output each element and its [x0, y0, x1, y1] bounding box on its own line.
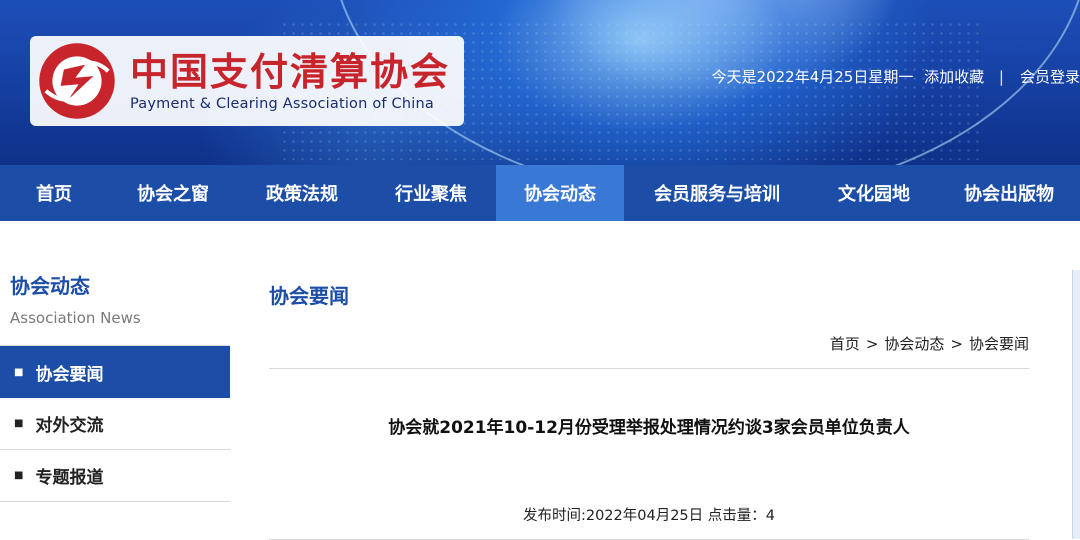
sidebar-item-label: 对外交流: [35, 416, 104, 436]
today-date-text: 今天是2022年4月25日星期一: [711, 68, 914, 86]
sidebar-subtitle: Association News: [10, 309, 141, 327]
nav-item[interactable]: 首页: [0, 165, 108, 221]
clicks-label: 点击量：: [707, 508, 766, 524]
square-bullet-icon: ■: [14, 366, 24, 378]
nav-item[interactable]: 协会之窗: [108, 165, 238, 221]
publish-date: 2022年04月25日: [585, 508, 704, 524]
sidebar-menu: ■ 协会要闻 ■ 对外交流 ■ 专题报道: [0, 346, 230, 502]
clicks-value: 4: [765, 508, 776, 524]
publish-label: 发布时间:: [522, 508, 586, 524]
breadcrumb-link[interactable]: 首页: [830, 335, 860, 353]
breadcrumb-separator: >: [950, 335, 963, 353]
breadcrumb-separator: >: [865, 335, 879, 353]
header-banner: 中国支付清算协会 Payment & Clearing Association …: [0, 0, 1080, 165]
top-links: 今天是2022年4月25日星期一 添加收藏 | 会员登录: [706, 66, 1080, 87]
article-meta: 发布时间:2022年04月25日 点击量：4: [269, 504, 1029, 525]
breadcrumb-link[interactable]: 协会要闻: [969, 335, 1029, 353]
sidebar-item-label: 专题报道: [35, 468, 104, 488]
main-content: 协会要闻 首页 > 协会动态 > 协会要闻 协会就2021年10-12月份受理举报处理情…: [269, 270, 1029, 540]
sidebar-item[interactable]: ■ 对外交流: [0, 398, 230, 450]
sidebar: 协会动态 Association News ■ 协会要闻 ■ 对外交流 ■ 专题报道: [0, 270, 230, 502]
article-title: 协会就2021年10-12月份受理举报处理情况约谈3家会员单位负责人: [388, 418, 910, 438]
sidebar-item-label: 协会要闻: [35, 364, 104, 385]
section-title: 协会要闻: [269, 284, 349, 308]
sidebar-item[interactable]: ■ 协会要闻: [0, 346, 230, 398]
member-login-link[interactable]: 会员登录: [1020, 68, 1080, 86]
nav-item[interactable]: 行业聚焦: [366, 165, 496, 221]
main-nav: 首页 协会之窗 政策法规 行业聚焦 协会动态 会员服务与培训 文化园地 协会出版物: [0, 165, 1080, 221]
content-divider: [269, 368, 1029, 369]
nav-item[interactable]: 政策法规: [238, 165, 366, 221]
square-bullet-icon: ■: [14, 418, 24, 429]
nav-item[interactable]: 文化园地: [810, 165, 938, 221]
add-favorite-link[interactable]: 添加收藏: [924, 68, 984, 86]
square-bullet-icon: ■: [14, 470, 24, 481]
nav-item[interactable]: 协会出版物: [938, 165, 1080, 221]
sidebar-item[interactable]: ■ 专题报道: [0, 450, 230, 502]
site-logo[interactable]: 中国支付清算协会 Payment & Clearing Association …: [30, 36, 465, 126]
pcac-logo-icon: [39, 43, 115, 119]
top-links-separator: |: [998, 68, 1004, 86]
breadcrumb-link[interactable]: 协会动态: [884, 335, 944, 353]
breadcrumb: 首页 > 协会动态 > 协会要闻: [269, 333, 1029, 354]
nav-item[interactable]: 会员服务与培训: [624, 165, 810, 221]
scrollbar-edge[interactable]: [1072, 270, 1080, 539]
org-name-cn: 中国支付清算协会: [130, 50, 451, 94]
org-name-en: Payment & Clearing Association of China: [130, 96, 434, 112]
sidebar-title: 协会动态: [10, 274, 90, 298]
nav-item[interactable]: 协会动态: [496, 165, 624, 221]
